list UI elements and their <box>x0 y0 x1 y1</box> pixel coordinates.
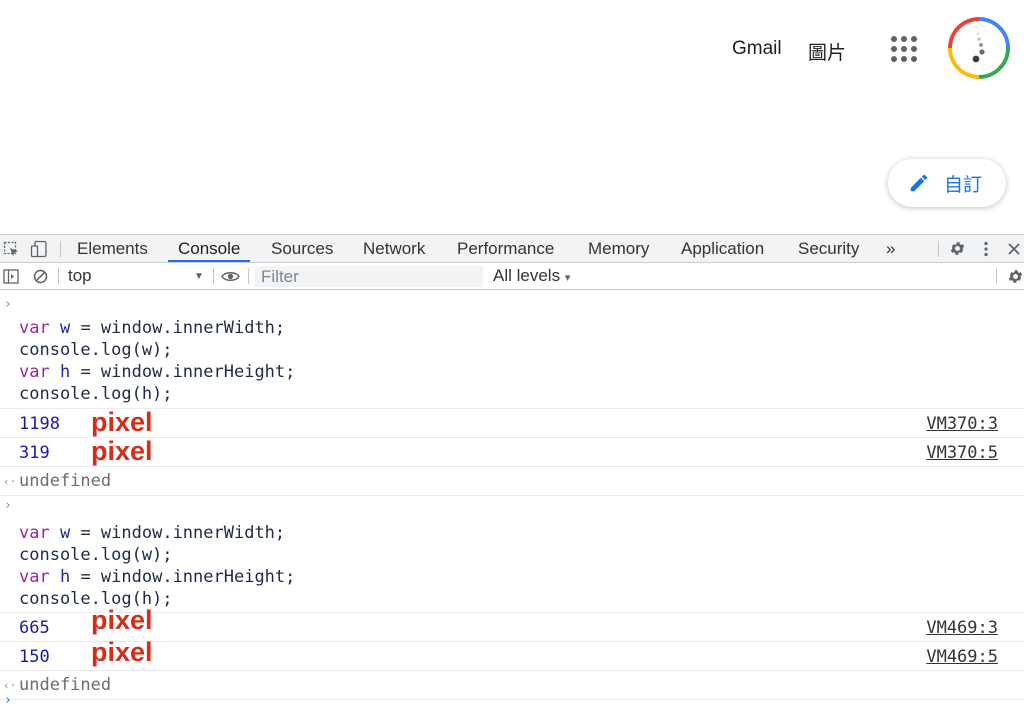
close-icon[interactable] <box>1007 242 1021 256</box>
source-link[interactable]: VM469:3 <box>926 618 998 638</box>
log-levels-dropdown[interactable]: All levels ▾ <box>493 265 570 289</box>
sidebar-toggle-icon[interactable] <box>3 269 19 284</box>
context-select[interactable]: top <box>68 265 208 287</box>
chevron-down-icon: ▼ <box>194 271 204 282</box>
console-result-row: ‹· undefined <box>0 671 1024 700</box>
google-page-header: Gmail 圖片 自訂 <box>0 0 1024 234</box>
code-line: var h = window.innerHeight; <box>19 362 296 382</box>
console-command: › var w = window.innerWidth; console.log… <box>0 496 1024 613</box>
console-toolbar: top ▼ All levels ▾ <box>0 263 1024 290</box>
result-value: undefined <box>19 471 112 491</box>
customize-button[interactable]: 自訂 <box>888 159 1006 207</box>
account-avatar[interactable] <box>948 17 1010 79</box>
live-expression-eye-icon[interactable] <box>221 270 240 283</box>
keyword-var: var <box>19 523 50 543</box>
source-link[interactable]: VM370:3 <box>926 414 998 434</box>
variable-h: h <box>59 362 71 382</box>
console-log-row: 665 pixel VM469:3 <box>0 605 1024 642</box>
device-toolbar-icon[interactable] <box>30 240 48 258</box>
annotation-pixel: pixel <box>91 407 153 437</box>
clear-console-icon[interactable] <box>33 269 48 284</box>
variable-h: h <box>59 567 71 587</box>
console-log-row: 150 pixel VM469:5 <box>0 637 1024 671</box>
images-link[interactable]: 圖片 <box>808 38 846 65</box>
log-levels-label: All levels <box>493 266 561 285</box>
console-input-prompt[interactable]: › <box>4 693 12 708</box>
console-command: › var w = window.innerWidth; console.log… <box>0 291 1024 409</box>
settings-gear-icon[interactable] <box>949 240 966 257</box>
gmail-link[interactable]: Gmail <box>732 38 782 60</box>
tab-network[interactable]: Network <box>363 238 425 262</box>
toolbar-divider <box>60 241 61 257</box>
tab-security[interactable]: Security <box>798 238 859 262</box>
tab-performance[interactable]: Performance <box>457 238 554 262</box>
toolbar-divider <box>938 241 939 257</box>
console-log-row: 319 pixel VM370:5 <box>0 436 1024 467</box>
more-tabs-button[interactable]: » <box>886 238 895 262</box>
source-link[interactable]: VM469:5 <box>926 647 998 667</box>
inspect-element-icon[interactable] <box>3 241 19 257</box>
result-arrow-icon: ‹· <box>3 475 17 488</box>
prompt-chevron-icon: › <box>4 297 12 312</box>
tab-application[interactable]: Application <box>681 238 764 262</box>
pencil-icon <box>910 174 928 192</box>
result-value: undefined <box>19 675 112 695</box>
console-result-row: ‹· undefined <box>0 467 1024 496</box>
chevron-down-icon: ▾ <box>564 272 571 284</box>
code-line: console.log(w); <box>19 340 173 360</box>
devtools-tab-bar: Elements Console Sources Network Perform… <box>0 235 1024 263</box>
annotation-pixel: pixel <box>91 436 153 466</box>
log-value: 665 <box>19 618 50 638</box>
tab-sources[interactable]: Sources <box>271 238 333 262</box>
prompt-chevron-icon: › <box>4 498 12 513</box>
console-log-row: 1198 pixel VM370:3 <box>0 407 1024 438</box>
toolbar-divider <box>58 268 59 284</box>
tab-elements[interactable]: Elements <box>77 238 148 262</box>
more-options-icon[interactable] <box>981 240 991 258</box>
filter-input[interactable] <box>255 266 483 287</box>
toolbar-divider <box>996 268 997 284</box>
log-value: 319 <box>19 443 50 463</box>
keyword-var: var <box>19 567 50 587</box>
tab-memory[interactable]: Memory <box>588 238 649 262</box>
code-line: var w = window.innerWidth; <box>19 318 286 338</box>
avatar-image <box>952 21 1006 75</box>
console-settings-gear-icon[interactable] <box>1007 268 1024 285</box>
keyword-var: var <box>19 362 50 382</box>
apps-grid-icon[interactable] <box>891 36 917 62</box>
log-value: 150 <box>19 647 50 667</box>
console-output[interactable]: › var w = window.innerWidth; console.log… <box>0 291 1024 709</box>
devtools-panel: Elements Console Sources Network Perform… <box>0 234 1024 709</box>
customize-label: 自訂 <box>944 174 983 196</box>
annotation-pixel: pixel <box>91 605 153 635</box>
keyword-var: var <box>19 318 50 338</box>
log-value: 1198 <box>19 414 60 434</box>
source-link[interactable]: VM370:5 <box>926 443 998 463</box>
code-line: console.log(h); <box>19 384 173 404</box>
toolbar-divider <box>248 268 249 284</box>
tab-console[interactable]: Console <box>168 238 251 262</box>
code-line: console.log(w); <box>19 545 173 565</box>
toolbar-divider <box>213 268 214 284</box>
code-line: var w = window.innerWidth; <box>19 523 286 543</box>
variable-w: w <box>59 318 71 338</box>
annotation-pixel: pixel <box>91 637 153 667</box>
result-arrow-icon: ‹· <box>3 679 17 692</box>
variable-w: w <box>59 523 71 543</box>
code-line: var h = window.innerHeight; <box>19 567 296 587</box>
